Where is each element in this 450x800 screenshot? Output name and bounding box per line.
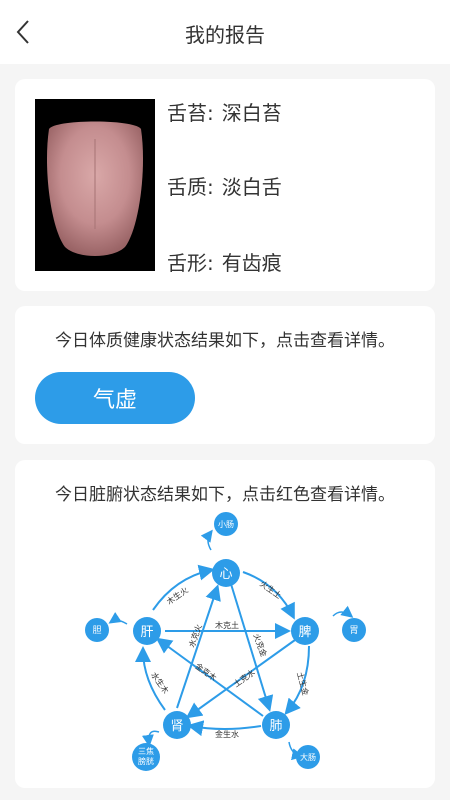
- label-fire-earth: 火生土: [258, 578, 283, 600]
- shape-label: 舌形: [167, 251, 207, 275]
- organs-card: 今日脏腑状态结果如下，点击红色查看详情。 木生火 火生土 土生金 金生水 水生木…: [15, 460, 435, 788]
- tongue-photo: [35, 99, 155, 271]
- label-fire-metal: 火克金: [252, 632, 270, 658]
- node-gallbladder[interactable]: 胆: [85, 618, 109, 642]
- heart-pair-arrow: [200, 529, 213, 551]
- body-label: 舌质: [167, 175, 207, 199]
- constitution-description: 今日体质健康状态结果如下，点击查看详情。: [55, 331, 395, 351]
- node-liver-label: 肝: [140, 625, 153, 640]
- label-wood-fire: 木生火: [165, 585, 190, 607]
- label-earth-metal: 土生金: [295, 671, 311, 697]
- node-spleen[interactable]: 脾: [291, 617, 319, 645]
- coating-label: 舌苔: [167, 101, 207, 125]
- node-large-intestine[interactable]: 大肠: [296, 745, 320, 769]
- five-elements-diagram: 木生火 火生土 土生金 金生水 水生木 木克土 火克金 水克火 金克木 土克水 …: [85, 512, 366, 771]
- node-kidney-label: 肾: [170, 719, 183, 734]
- node-spleen-label: 脾: [298, 625, 311, 640]
- shape-value: 有齿痕: [221, 251, 282, 275]
- constitution-result-button[interactable]: 气虚: [35, 372, 195, 424]
- label-water-wood: 水生木: [149, 670, 171, 695]
- coating-row: 舌苔: 深白苔: [167, 101, 282, 125]
- node-kidney[interactable]: 肾: [163, 711, 191, 739]
- coating-value: 深白苔: [221, 101, 282, 125]
- node-large-intestine-label: 大肠: [300, 752, 316, 762]
- node-stomach[interactable]: 胃: [342, 618, 366, 642]
- node-small-intestine-label: 小肠: [218, 520, 234, 529]
- liver-pair-arrow: [108, 612, 128, 625]
- node-lung[interactable]: 肺: [262, 711, 290, 739]
- node-lung-label: 肺: [269, 719, 282, 734]
- node-bladder[interactable]: 三焦 膀胱: [132, 743, 160, 771]
- page-title: 我的报告: [185, 23, 265, 47]
- node-gallbladder-label: 胆: [92, 625, 101, 636]
- fire-earth-arrow: [242, 571, 295, 620]
- label-metal-water: 金生水: [215, 729, 239, 739]
- body-row: 舌质: 淡白舌: [167, 175, 282, 199]
- node-bladder-label-1: 三焦: [138, 746, 154, 756]
- node-liver[interactable]: 肝: [133, 617, 161, 645]
- label-wood-earth: 木克土: [215, 620, 239, 630]
- spleen-pair-arrow: [332, 605, 354, 618]
- tongue-card: 舌苔: 深白苔 舌质: 淡白舌 舌形: 有齿痕: [15, 79, 435, 291]
- node-small-intestine[interactable]: 小肠: [214, 512, 238, 536]
- node-stomach-label: 胃: [349, 625, 358, 636]
- constitution-card: 今日体质健康状态结果如下，点击查看详情。 气虚: [15, 306, 435, 444]
- metal-water-arrow: [187, 720, 262, 737]
- app-header: 我的报告: [0, 0, 450, 64]
- water-fire-arrow: [176, 584, 221, 709]
- body-value: 淡白舌: [221, 175, 282, 199]
- shape-row: 舌形: 有齿痕: [167, 251, 282, 275]
- node-heart[interactable]: 心: [212, 559, 240, 587]
- kidney-pair-arrow: [141, 730, 160, 747]
- node-bladder-label-2: 膀胱: [138, 756, 154, 766]
- label-earth-water: 土克水: [231, 667, 256, 689]
- node-heart-label: 心: [219, 567, 232, 582]
- label-metal-wood: 金克木: [193, 661, 218, 683]
